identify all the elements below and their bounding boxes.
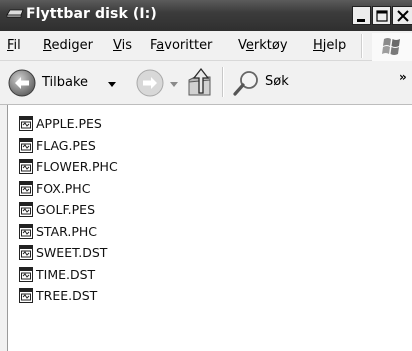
- toolbar-separator: [222, 67, 224, 97]
- windows-flag-icon: [382, 38, 400, 55]
- menu-view[interactable]: Vis: [113, 38, 132, 53]
- file-icon: [19, 116, 33, 132]
- up-folder-icon[interactable]: [186, 66, 214, 98]
- file-item[interactable]: SWEET.DST: [19, 242, 118, 264]
- file-icon: [19, 223, 33, 239]
- file-item[interactable]: STAR.PHC: [19, 221, 118, 243]
- window-title: Flyttbar disk (I:): [26, 6, 157, 22]
- title-bar[interactable]: Flyttbar disk (I:): [0, 0, 412, 31]
- file-icon: [19, 137, 33, 153]
- file-name: APPLE.PES: [36, 116, 102, 132]
- windows-logo: [372, 33, 412, 61]
- back-label: Tilbake: [42, 75, 89, 90]
- menu-tools[interactable]: Verktøy: [238, 38, 288, 53]
- minimize-icon: [357, 19, 365, 22]
- back-dropdown-icon[interactable]: [108, 82, 116, 87]
- back-arrow-icon: [8, 69, 36, 97]
- toolbar: Tilbake Søk »: [0, 61, 412, 105]
- file-item[interactable]: FLOWER.PHC: [19, 156, 118, 178]
- file-item[interactable]: FOX.PHC: [19, 178, 118, 200]
- back-button[interactable]: Tilbake: [8, 69, 123, 99]
- file-name: TIME.DST: [36, 266, 96, 282]
- file-item[interactable]: TIME.DST: [19, 264, 118, 286]
- drive-icon: [6, 9, 24, 18]
- file-name: FLOWER.PHC: [36, 159, 118, 175]
- file-icon: [19, 180, 33, 196]
- menu-bar: Fil Rediger Vis Favoritter Verktøy Hjelp: [0, 31, 412, 61]
- search-button[interactable]: Søk: [231, 68, 301, 98]
- file-item[interactable]: FLAG.PES: [19, 135, 118, 157]
- forward-dropdown-icon[interactable]: [170, 82, 178, 87]
- menu-favorites[interactable]: Favoritter: [150, 38, 212, 53]
- menu-file[interactable]: Fil: [7, 38, 21, 53]
- file-item[interactable]: GOLF.PES: [19, 199, 118, 221]
- file-icon: [19, 245, 33, 261]
- file-item[interactable]: APPLE.PES: [19, 113, 118, 135]
- maximize-icon: [376, 10, 388, 22]
- file-icon: [19, 159, 33, 175]
- maximize-button[interactable]: [372, 6, 391, 25]
- file-list: APPLE.PES FLAG.PES FLOWER.PHC FOX.PHC GOLF.P…: [19, 113, 118, 307]
- file-name: FLAG.PES: [36, 137, 96, 153]
- close-icon: [397, 10, 409, 22]
- file-name: FOX.PHC: [36, 180, 91, 196]
- menu-edit[interactable]: Rediger: [43, 38, 93, 53]
- toolbar-overflow-chevron[interactable]: »: [399, 70, 407, 84]
- menu-help[interactable]: Hjelp: [313, 38, 346, 53]
- close-button[interactable]: [392, 6, 412, 25]
- file-name: SWEET.DST: [36, 245, 108, 261]
- explorer-window: Flyttbar disk (I:) Fil Rediger Vis Favor…: [0, 0, 412, 351]
- file-name: STAR.PHC: [36, 223, 98, 239]
- window-left-border: [0, 105, 8, 351]
- forward-arrow-icon[interactable]: [136, 69, 164, 97]
- menu-separator: [361, 34, 363, 58]
- search-label: Søk: [265, 74, 289, 89]
- file-icon: [19, 202, 33, 218]
- file-name: GOLF.PES: [36, 202, 96, 218]
- file-icon: [19, 266, 33, 282]
- minimize-button[interactable]: [352, 6, 371, 25]
- file-item[interactable]: TREE.DST: [19, 285, 118, 307]
- file-name: TREE.DST: [36, 288, 98, 304]
- search-icon: [233, 71, 258, 96]
- file-icon: [19, 288, 33, 304]
